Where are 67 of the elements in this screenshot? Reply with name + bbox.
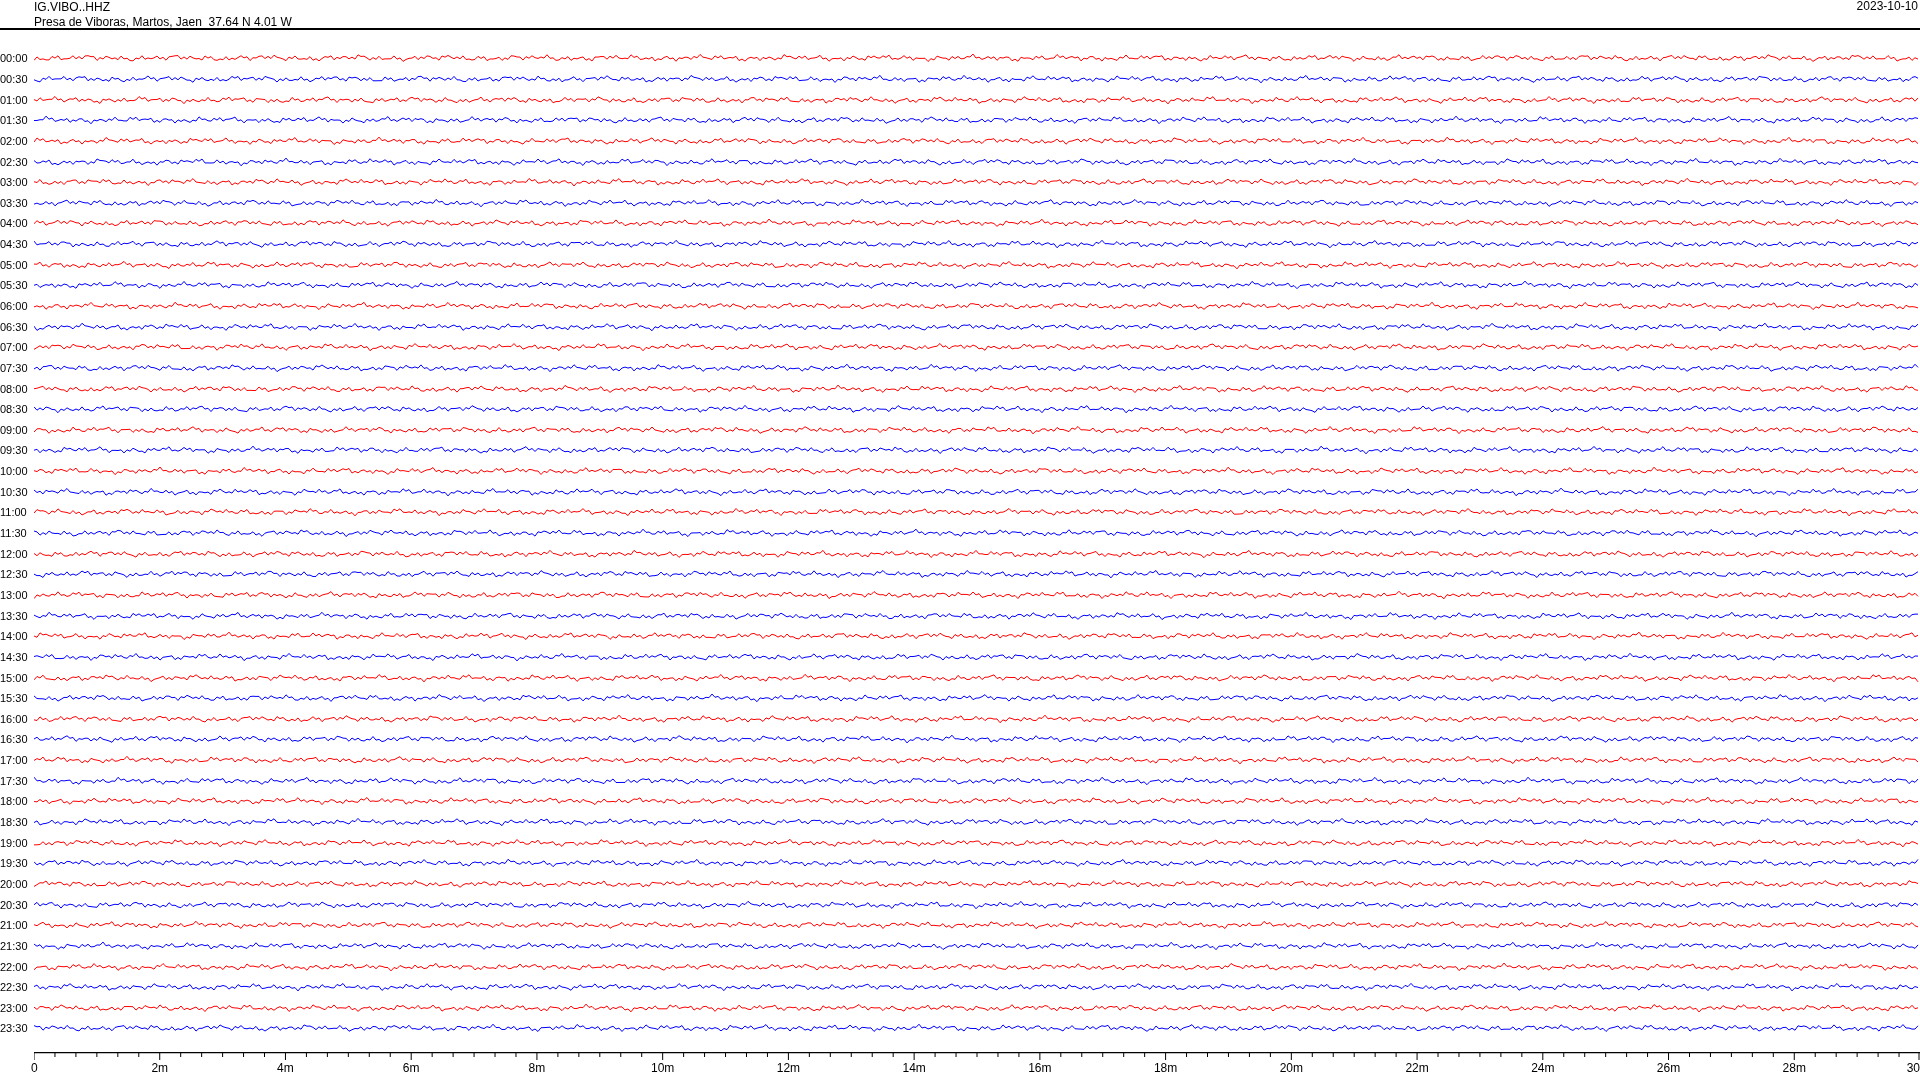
row-time-label: 21:30: [0, 939, 29, 952]
axis-tick-label: 26m: [1656, 1060, 1681, 1075]
row-time-label: 02:30: [0, 155, 29, 168]
row-time-label: 02:00: [0, 134, 29, 147]
row-time-label: 13:00: [0, 588, 29, 601]
row-time-label: 03:00: [0, 176, 29, 189]
row-time-label: 19:30: [0, 857, 29, 870]
row-time-label: 20:30: [0, 898, 29, 911]
row-time-label: 00:00: [0, 52, 29, 65]
row-time-label: 07:30: [0, 361, 29, 374]
row-time-label: 18:30: [0, 816, 29, 828]
row-time-label: 12:00: [0, 547, 29, 560]
station-location: Presa de Viboras, Martos, Jaen 37.64 N 4.01 W: [34, 15, 292, 30]
row-time-label: 06:30: [0, 320, 29, 333]
axis-tick-label: 24m: [1531, 1060, 1555, 1075]
row-time-label: 13:30: [0, 609, 29, 622]
row-time-label: 09:00: [0, 423, 29, 436]
row-time-label: 14:30: [0, 650, 29, 663]
axis-tick-label: 20m: [1279, 1060, 1303, 1075]
axis-tick-label: 8m: [528, 1060, 546, 1075]
row-time-label: 17:30: [0, 774, 29, 787]
row-time-label: 23:30: [0, 1022, 29, 1035]
row-time-label: 11:30: [0, 527, 28, 540]
axis-tick-label: 22m: [1405, 1060, 1429, 1075]
row-time-label: 00:30: [0, 72, 29, 85]
row-time-label: 20:00: [0, 877, 29, 890]
axis-tick-label: 10m: [651, 1060, 675, 1075]
row-time-label: 03:30: [0, 196, 29, 209]
row-time-label: 05:30: [0, 279, 29, 292]
row-time-label: 15:30: [0, 692, 29, 705]
axis-tick-label: 18m: [1153, 1060, 1178, 1075]
row-time-label: 19:00: [0, 836, 29, 849]
row-time-label: 11:00: [0, 506, 28, 519]
axis-tick-label: 14m: [902, 1060, 926, 1075]
row-time-label: 04:00: [0, 217, 29, 230]
axis-tick-label: 16m: [1028, 1060, 1052, 1075]
axis-tick-label: 0: [31, 1060, 38, 1075]
axis-tick-label: 30: [1906, 1060, 1920, 1075]
row-time-label: 06:00: [0, 300, 29, 312]
row-time-label: 18:00: [0, 795, 29, 808]
row-time-label: 15:00: [0, 671, 29, 684]
axis-tick-label: 2m: [151, 1060, 169, 1075]
row-time-label: 01:00: [0, 93, 29, 106]
axis-tick-label: 28m: [1782, 1060, 1806, 1075]
row-time-label: 22:30: [0, 981, 29, 994]
row-time-label: 10:30: [0, 485, 29, 498]
row-time-label: 05:00: [0, 258, 29, 271]
row-time-label: 10:00: [0, 465, 29, 478]
row-time-label: 12:30: [0, 568, 29, 581]
axis-tick-label: 6m: [402, 1060, 420, 1075]
station-code: IG.VIBO..HHZ: [34, 0, 111, 15]
row-time-label: 21:00: [0, 919, 29, 932]
date-label: 2023-10-10: [1856, 0, 1918, 14]
row-time-label: 14:00: [0, 630, 29, 643]
row-time-label: 23:00: [0, 1001, 29, 1014]
row-time-label: 09:30: [0, 444, 29, 457]
row-time-label: 22:00: [0, 960, 29, 973]
row-time-label: 16:30: [0, 733, 29, 746]
row-time-label: 01:30: [0, 114, 29, 127]
row-time-label: 08:30: [0, 403, 29, 416]
row-time-label: 17:00: [0, 754, 29, 767]
row-time-label: 07:00: [0, 341, 29, 354]
row-time-label: 04:30: [0, 238, 29, 251]
axis-tick-label: 4m: [277, 1060, 294, 1075]
row-time-label: 08:00: [0, 382, 29, 395]
axis-tick-label: 12m: [776, 1060, 801, 1075]
row-time-label: 16:00: [0, 712, 29, 725]
